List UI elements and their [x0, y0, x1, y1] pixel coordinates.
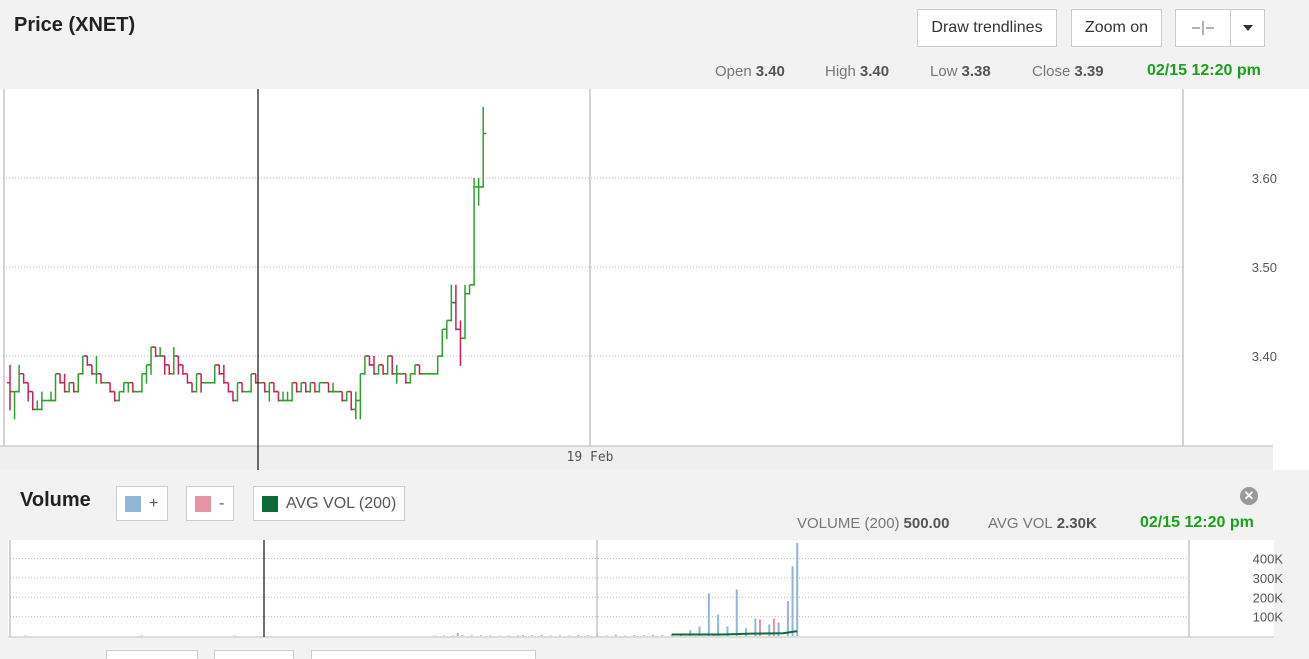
bottom-control-2[interactable]: [214, 650, 294, 659]
avg-vol-value: 2.30K: [1056, 515, 1097, 532]
open-stat: Open 3.40: [715, 63, 785, 80]
crosshair-icon: [1192, 21, 1214, 35]
volume-title: Volume: [20, 489, 91, 511]
volume-value: 500.00: [903, 515, 950, 532]
low-label: Low: [930, 63, 958, 80]
close-label: Close: [1032, 63, 1071, 80]
volume-chart[interactable]: 100K 200K 300K 400K: [0, 540, 1309, 654]
low-stat: Low 3.38: [930, 63, 991, 80]
volume-tick-label: 100K: [1253, 610, 1284, 625]
close-stat: Close 3.39: [1032, 63, 1104, 80]
open-label: Open: [715, 63, 752, 80]
volume-plot-background: [8, 540, 1274, 640]
legend-down-swatch: [195, 495, 211, 512]
volume-label: VOLUME (200): [797, 515, 900, 532]
bottom-control-3[interactable]: [311, 650, 536, 659]
legend-down-label: -: [219, 494, 225, 512]
legend-avg-toggle[interactable]: AVG VOL (200): [253, 486, 405, 521]
y-tick-label: 3.50: [1252, 260, 1277, 275]
x-tick-label: 19 Feb: [567, 450, 614, 465]
bottom-control-1[interactable]: [106, 650, 198, 659]
zoom-on-button[interactable]: Zoom on: [1071, 9, 1162, 47]
chart-title: Price (XNET): [14, 14, 136, 36]
volume-timestamp: 02/15 12:20 pm: [1140, 514, 1254, 531]
legend-up-toggle[interactable]: +: [116, 486, 168, 521]
high-value: 3.40: [859, 63, 890, 80]
y-tick-label: 3.40: [1252, 349, 1277, 364]
high-label: High: [825, 63, 856, 80]
volume-tick-label: 200K: [1253, 590, 1284, 605]
y-tick-label: 3.60: [1252, 171, 1277, 186]
legend-down-toggle[interactable]: -: [186, 486, 234, 521]
legend-avg-label: AVG VOL (200): [286, 494, 397, 512]
legend-up-label: +: [149, 494, 159, 512]
volume-stat: VOLUME (200) 500.00: [797, 515, 949, 532]
crosshair-button[interactable]: [1175, 9, 1231, 47]
draw-trendlines-button[interactable]: Draw trendlines: [917, 9, 1057, 47]
low-value: 3.38: [961, 63, 991, 80]
caret-down-icon: [1242, 25, 1253, 31]
high-stat: High 3.40: [825, 63, 889, 80]
avg-vol-stat: AVG VOL 2.30K: [988, 515, 1097, 532]
legend-avg-swatch: [262, 495, 278, 512]
plot-background: [0, 89, 1309, 470]
x-axis-band: [0, 446, 1273, 470]
price-timestamp: 02/15 12:20 pm: [1147, 62, 1261, 79]
volume-tick-label: 300K: [1253, 571, 1284, 586]
legend-up-swatch: [125, 495, 141, 512]
open-value: 3.40: [755, 63, 785, 80]
close-icon[interactable]: ✕: [1240, 487, 1258, 505]
chart-type-dropdown-button[interactable]: [1230, 9, 1265, 47]
close-value: 3.39: [1074, 63, 1104, 80]
avg-vol-label: AVG VOL: [988, 515, 1053, 532]
volume-tick-label: 400K: [1253, 552, 1284, 567]
price-chart[interactable]: 3.40 3.50 3.60 19 Feb: [0, 89, 1309, 470]
